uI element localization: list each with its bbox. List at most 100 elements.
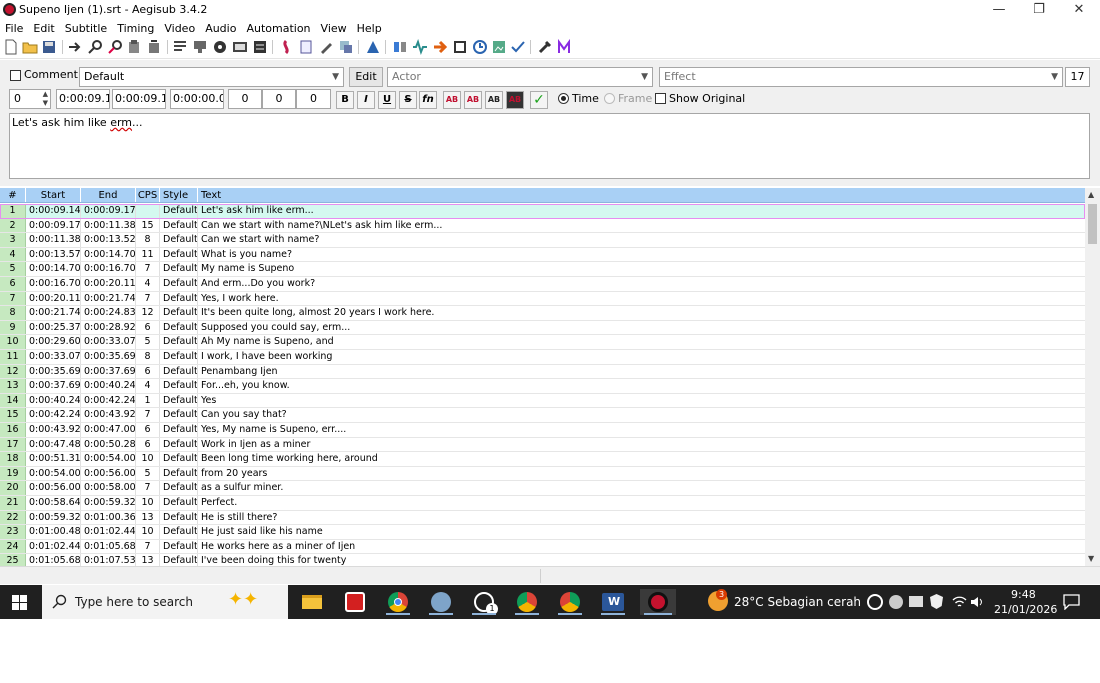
menu-automation[interactable]: Automation bbox=[241, 20, 315, 37]
file-explorer-icon[interactable] bbox=[298, 589, 326, 615]
margin-right-field[interactable]: 0 bbox=[262, 89, 296, 109]
styles-manager-icon[interactable] bbox=[192, 39, 208, 55]
table-row[interactable]: 9 0:00:25.37 0:00:28.92 6 Default Supposed yo… bbox=[0, 320, 1085, 336]
time-radio[interactable] bbox=[558, 93, 569, 104]
tray-app-icon[interactable] bbox=[889, 595, 903, 609]
effect-combo[interactable]: Effect ▼ bbox=[659, 67, 1063, 87]
scroll-up-icon[interactable]: ▲ bbox=[1088, 190, 1094, 199]
table-row[interactable]: 22 0:00:59.32 0:01:00.36 13 Default He is sti… bbox=[0, 510, 1085, 526]
audio-wave-icon[interactable] bbox=[412, 39, 428, 55]
weather-text[interactable]: 28°C Sebagian cerah bbox=[734, 595, 861, 609]
bold-button[interactable]: B bbox=[336, 91, 354, 109]
menu-subtitle[interactable]: Subtitle bbox=[60, 20, 112, 37]
col-header-end[interactable]: End bbox=[81, 188, 136, 202]
keyframes-icon[interactable] bbox=[491, 39, 507, 55]
assistant-icon[interactable] bbox=[338, 39, 354, 55]
menu-video[interactable]: Video bbox=[159, 20, 200, 37]
taskbar-search-box[interactable]: Type here to search ✦✦ bbox=[42, 585, 288, 619]
table-row[interactable]: 19 0:00:54.00 0:00:56.00 5 Default from 20 ye… bbox=[0, 466, 1085, 482]
strikeout-button[interactable]: S bbox=[399, 91, 417, 109]
margin-left-field[interactable]: 0 bbox=[228, 89, 262, 109]
kanji-timer-icon[interactable] bbox=[278, 39, 294, 55]
spell-checker-icon[interactable] bbox=[318, 39, 334, 55]
security-shield-icon[interactable] bbox=[930, 594, 943, 609]
table-row[interactable]: 14 0:00:40.24 0:00:42.24 1 Default Yes bbox=[0, 393, 1085, 409]
edit-style-button[interactable]: Edit bbox=[349, 67, 383, 87]
clock-date[interactable]: 21/01/2026 bbox=[994, 603, 1057, 616]
spinner-arrows-icon[interactable]: ▲ ▼ bbox=[43, 90, 48, 108]
minimize-button[interactable]: — bbox=[979, 0, 1019, 20]
menu-audio[interactable]: Audio bbox=[200, 20, 241, 37]
table-row[interactable]: 4 0:00:13.57 0:00:14.70 11 Default What is yo… bbox=[0, 247, 1085, 263]
col-header-number[interactable]: # bbox=[0, 188, 26, 202]
table-row[interactable]: 3 0:00:11.38 0:00:13.52 8 Default Can we star… bbox=[0, 233, 1085, 248]
table-row[interactable]: 2 0:00:09.17 0:00:11.38 15 Default Can we sta… bbox=[0, 218, 1085, 234]
table-row[interactable]: 13 0:00:37.69 0:00:40.24 4 Default For...eh, … bbox=[0, 379, 1085, 394]
table-row[interactable]: 17 0:00:47.48 0:00:50.28 6 Default Work in Ij… bbox=[0, 437, 1085, 453]
properties-icon[interactable] bbox=[212, 39, 228, 55]
tray-mail-icon[interactable] bbox=[909, 596, 923, 607]
table-row[interactable]: 11 0:00:33.07 0:00:35.69 8 Default I work, I … bbox=[0, 350, 1085, 365]
show-original-checkbox[interactable] bbox=[655, 93, 666, 104]
menu-file[interactable]: File bbox=[0, 20, 28, 37]
menu-edit[interactable]: Edit bbox=[28, 20, 59, 37]
chrome-profile-icon[interactable] bbox=[513, 589, 541, 615]
font-button[interactable]: fn bbox=[419, 91, 437, 109]
layer-spinner[interactable]: 0 ▲ ▼ bbox=[9, 89, 51, 109]
style-select[interactable]: Default ▼ bbox=[79, 67, 344, 87]
table-row[interactable]: 21 0:00:58.64 0:00:59.32 10 Default Perfect. bbox=[0, 496, 1085, 511]
restore-button[interactable]: ❐ bbox=[1019, 0, 1059, 20]
table-row[interactable]: 24 0:01:02.44 0:01:05.68 7 Default He works h… bbox=[0, 539, 1085, 555]
menu-view[interactable]: View bbox=[316, 20, 352, 37]
whatsapp-tray-icon[interactable] bbox=[867, 594, 883, 610]
select-lines-icon[interactable] bbox=[172, 39, 188, 55]
power-app-icon[interactable] bbox=[341, 589, 369, 615]
table-row[interactable]: 18 0:00:51.31 0:00:54.00 10 Default Been long… bbox=[0, 452, 1085, 467]
duration-field[interactable]: 0:00:00.03 bbox=[170, 89, 224, 109]
table-row[interactable]: 5 0:00:14.70 0:00:16.70 7 Default My name is … bbox=[0, 262, 1085, 277]
col-header-cps[interactable]: CPS bbox=[136, 188, 160, 202]
find-icon[interactable] bbox=[87, 39, 103, 55]
menu-help[interactable]: Help bbox=[352, 20, 387, 37]
shadow-color-button[interactable]: AB bbox=[506, 91, 524, 109]
grid-scrollbar[interactable]: ▲ ▼ bbox=[1085, 188, 1100, 566]
table-row[interactable]: 10 0:00:29.60 0:00:33.07 5 Default Ah My name… bbox=[0, 335, 1085, 350]
clock-time[interactable]: 9:48 bbox=[1011, 588, 1036, 601]
check-options-icon[interactable] bbox=[510, 39, 526, 55]
app-swirl-icon[interactable] bbox=[427, 589, 455, 615]
scroll-thumb[interactable] bbox=[1088, 204, 1097, 244]
start-time-field[interactable]: 0:00:09.14 bbox=[56, 89, 110, 109]
jump-to-icon[interactable] bbox=[67, 39, 83, 55]
wifi-icon[interactable] bbox=[952, 595, 967, 609]
commit-button[interactable]: ✓ bbox=[530, 91, 548, 109]
italic-button[interactable]: I bbox=[357, 91, 375, 109]
table-row[interactable]: 25 0:01:05.68 0:01:07.53 13 Default I've been… bbox=[0, 554, 1085, 566]
comment-checkbox[interactable] bbox=[10, 70, 21, 81]
end-time-field[interactable]: 0:00:09.17 bbox=[112, 89, 166, 109]
open-folder-icon[interactable] bbox=[22, 39, 38, 55]
resolution-resampler-icon[interactable] bbox=[232, 39, 248, 55]
notification-center-icon[interactable] bbox=[1063, 594, 1080, 610]
margin-vertical-field[interactable]: 0 bbox=[296, 89, 331, 109]
table-row[interactable]: 7 0:00:20.11 0:00:21.74 7 Default Yes, I work… bbox=[0, 291, 1085, 307]
word-icon[interactable]: W bbox=[599, 589, 627, 615]
col-header-start[interactable]: Start bbox=[26, 188, 81, 202]
table-row[interactable]: 1 0:00:09.14 0:00:09.17 Default Let's ask hi… bbox=[0, 204, 1085, 219]
whatsapp-icon[interactable]: 1 bbox=[470, 589, 498, 615]
chrome-profile-2-icon[interactable] bbox=[556, 589, 584, 615]
table-row[interactable]: 20 0:00:56.00 0:00:58.00 7 Default as a sulfu… bbox=[0, 481, 1085, 496]
table-row[interactable]: 15 0:00:42.24 0:00:43.92 7 Default Can you sa… bbox=[0, 408, 1085, 423]
timing-postprocessor-icon[interactable] bbox=[252, 39, 268, 55]
new-file-icon[interactable] bbox=[3, 39, 19, 55]
close-button[interactable]: ✕ bbox=[1059, 0, 1099, 20]
video-snap-start-icon[interactable] bbox=[392, 39, 408, 55]
attachments-icon[interactable] bbox=[126, 39, 142, 55]
table-row[interactable]: 6 0:00:16.70 0:00:20.11 4 Default And erm...D… bbox=[0, 277, 1085, 292]
translation-assistant-icon[interactable] bbox=[298, 39, 314, 55]
windows-start-icon[interactable] bbox=[12, 595, 27, 610]
volume-icon[interactable] bbox=[970, 595, 985, 609]
underline-button[interactable]: U bbox=[378, 91, 396, 109]
col-header-text[interactable]: Text bbox=[198, 188, 1085, 202]
menu-timing[interactable]: Timing bbox=[112, 20, 159, 37]
primary-color-button[interactable]: AB bbox=[443, 91, 461, 109]
